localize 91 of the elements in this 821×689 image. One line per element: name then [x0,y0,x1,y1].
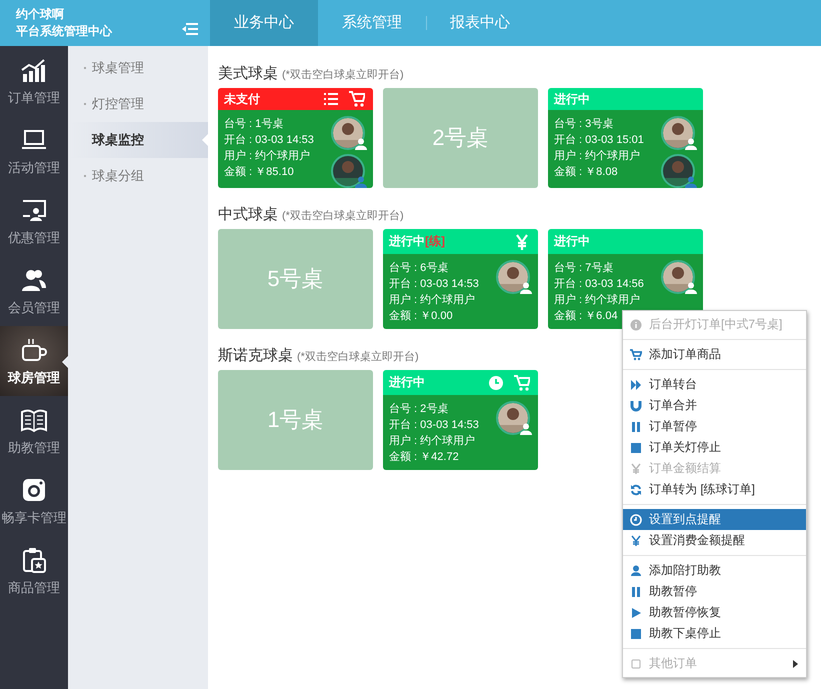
stop-icon [630,628,642,640]
info-line: 金额 : ￥85.10 [224,164,295,180]
nav-item[interactable]: 会员管理 [0,256,68,326]
list-icon[interactable] [323,91,339,107]
nav-tab[interactable]: 业务中心 [210,0,318,46]
brand-title: 约个球啊 平台系统管理中心 [16,6,112,40]
info-line: 用户 : 约个球用户 [389,434,476,449]
section-title: 斯诺克球桌 [218,346,293,365]
clock-icon [630,514,642,526]
user-badge-icon [685,282,697,294]
status-label: 未支付 [224,90,260,108]
menu-item[interactable]: 订单转为 [练球订单] [623,479,806,500]
menu-item[interactable]: 设置消费金额提醒 [623,530,806,551]
clock-icon[interactable] [488,374,504,390]
menu-item[interactable]: 订单关灯停止 [623,437,806,458]
coach-badge-icon [355,176,367,188]
info-icon [630,318,642,330]
info-line: 金额 : ￥6.04 [554,308,619,324]
practice-tag: [练] [425,233,445,250]
submenu-item[interactable]: 球桌管理 [68,50,208,86]
section-title: 中式球桌 [218,205,278,224]
menu-item[interactable]: 订单合并 [623,395,806,416]
menu-icon[interactable] [182,23,198,35]
coach-badge-icon [685,176,697,188]
card-body[interactable]: 台号 : 3号桌 开台 : 03-03 15:01 用户 : 约个球用户 金额 : ￥8.08 [548,110,703,188]
info-line: 用户 : 约个球用户 [554,292,642,308]
menu-item[interactable]: 设置到点提醒 [623,509,806,530]
cart-icon[interactable] [514,374,530,390]
clipboard-star-icon [20,546,48,574]
info-line: 金额 : ￥0.00 [389,308,454,324]
submenu-item[interactable]: 灯控管理 [68,86,208,122]
nav-item[interactable]: 畅享卡管理 [0,466,68,536]
submenu-item[interactable]: 球桌分组 [68,158,208,194]
card-body[interactable]: 台号 : 2号桌 开台 : 03-03 14:53 用户 : 约个球用户 金额 : ￥42.72 [383,395,538,470]
yen-icon [630,534,642,546]
pause-icon [630,420,642,432]
info-line: 台号 : 2号桌 [389,402,450,417]
info-line: 开台 : 03-03 15:01 [554,133,644,148]
section-note: (*双击空白球桌立即开台) [282,208,404,223]
menu-item[interactable]: 添加陪打助教 [623,560,806,581]
section-note: (*双击空白球桌立即开台) [297,350,419,364]
user-badge-icon [520,423,532,435]
square-icon [630,658,642,670]
user-badge-icon [685,138,697,150]
menu-item[interactable]: 助教暂停恢复 [623,602,806,623]
nav-item[interactable]: 助教管理 [0,396,68,466]
info-line: 开台 : 03-03 14:53 [389,277,479,292]
magnet-icon [630,400,642,412]
status-label: 进行中 [389,374,425,391]
card-body[interactable]: 台号 : 6号桌 开台 : 03-03 14:53 用户 : 约个球用户 金额 : ￥0.00 [383,254,538,329]
card-body[interactable]: 台号 : 1号桌 开台 : 03-03 14:53 用户 : 约个球用户 金额 : ￥85.10 [218,110,373,188]
user-badge-icon [520,282,532,294]
refresh-icon [630,484,642,496]
menu-item[interactable]: 助教下桌停止 [623,623,806,644]
info-line: 金额 : ￥42.72 [389,450,460,465]
status-label: 进行中 [554,90,590,108]
menu-item[interactable]: 订单转台 [623,374,806,395]
stop-icon [630,442,642,454]
nav-item[interactable]: 球房管理 [0,326,68,396]
menu-item[interactable]: 添加订单商品 [623,344,806,365]
info-line: 用户 : 约个球用户 [554,148,642,164]
user-badge-icon [355,138,367,150]
info-line: 用户 : 约个球用户 [224,148,312,164]
yen-icon[interactable] [514,234,530,250]
menu-item[interactable]: 助教暂停 [623,581,806,602]
pointer-notch [202,134,208,146]
nav-item[interactable]: 商品管理 [0,536,68,606]
fast-forward-icon [630,378,642,390]
info-line: 开台 : 03-03 14:56 [554,277,644,292]
info-line: 用户 : 约个球用户 [389,292,476,308]
info-line: 台号 : 7号桌 [554,260,614,276]
info-line: 台号 : 3号桌 [554,116,614,132]
info-line: 台号 : 6号桌 [389,260,450,276]
section-title: 美式球桌 [218,64,278,83]
play-icon [630,606,642,618]
nav-item[interactable]: 活动管理 [0,116,68,186]
info-line: 金额 : ￥8.08 [554,164,619,180]
nav-item[interactable]: 优惠管理 [0,186,68,256]
pause-icon [630,586,642,598]
user-icon [630,564,642,576]
info-line: 开台 : 03-03 14:53 [389,418,479,433]
section-note: (*双击空白球桌立即开台) [282,68,404,82]
info-line: 开台 : 03-03 14:53 [224,133,314,148]
status-label: 进行中 [389,233,425,250]
info-line: 台号 : 1号桌 [224,116,284,132]
status-label: 进行中 [554,233,590,250]
cart-icon[interactable] [349,91,365,107]
menu-item[interactable]: 订单暂停 [623,416,806,437]
cart-icon [630,348,642,360]
nav-item[interactable]: 订单管理 [0,46,68,116]
yen-icon [630,462,642,474]
